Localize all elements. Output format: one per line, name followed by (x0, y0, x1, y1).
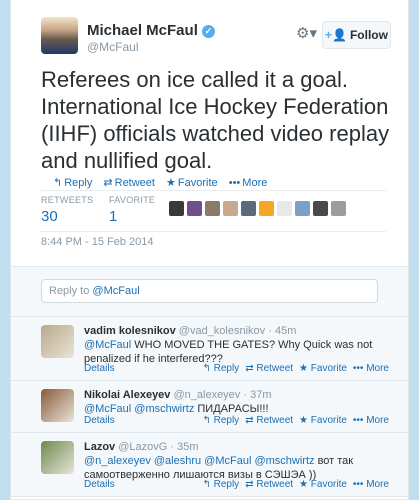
reply-text: @n_alexeyev @aleshru @McFaul @mschwirtz … (84, 455, 354, 481)
reply-actions: ↰ Reply ⇄ Retweet ★ Favorite ••• More (196, 479, 389, 490)
reply-details-link[interactable]: Details (84, 415, 115, 426)
tweet-card: Michael McFaul ✓ @McFaul ⚙▾ +👤 Follow Refe… (10, 0, 409, 500)
reply-area: Reply to @McFaul (11, 267, 408, 317)
favorite-button[interactable]: ★ Favorite (299, 363, 347, 374)
favorite-button[interactable]: ★ Favorite (299, 415, 347, 426)
reply-icon: ↰ (53, 177, 63, 189)
main-tweet: Michael McFaul ✓ @McFaul ⚙▾ +👤 Follow Refe… (11, 0, 408, 267)
tweet-actions: ↰ Reply ⇄ Retweet ★ Favorite ••• More (53, 176, 275, 189)
favorites-stat[interactable]: FAVORITE 1 (109, 195, 155, 225)
add-user-icon: +👤 (325, 28, 347, 42)
reply-time[interactable]: 37m (250, 389, 271, 401)
retweets-stat[interactable]: RETWEETS 30 (41, 195, 93, 225)
favoriter-avatar[interactable] (241, 201, 256, 216)
reply-handle[interactable]: @vad_kolesnikov (179, 325, 265, 337)
favoriter-avatar[interactable] (331, 201, 346, 216)
reply-author-name[interactable]: vadim kolesnikov (84, 325, 176, 337)
author-name[interactable]: Michael McFaul ✓ (87, 22, 215, 39)
author-handle[interactable]: @McFaul (87, 40, 139, 54)
reply-details-link[interactable]: Details (84, 363, 115, 374)
reply-button[interactable]: ↰ Reply (202, 415, 239, 426)
reply-header: Nikolai Alexeyev @n_alexeyev · 37m (84, 389, 272, 401)
favoriter-avatar[interactable] (313, 201, 328, 216)
favoriter-avatars (169, 201, 346, 216)
reply-avatar[interactable] (41, 389, 74, 422)
reply-input[interactable]: Reply to @McFaul (41, 279, 378, 303)
reply-actions: ↰ Reply ⇄ Retweet ★ Favorite ••• More (196, 363, 389, 374)
reply-mentions[interactable]: @n_alexeyev @aleshru @McFaul @mschwirtz (84, 455, 315, 467)
reply-details-link[interactable]: Details (84, 479, 115, 490)
favoriter-avatar[interactable] (259, 201, 274, 216)
favoriter-avatar[interactable] (205, 201, 220, 216)
reply-time[interactable]: 35m (177, 441, 198, 453)
reply-handle[interactable]: @LazovG (118, 441, 167, 453)
gear-icon[interactable]: ⚙▾ (296, 24, 317, 42)
reply-list: vadim kolesnikov @vad_kolesnikov · 45m @M… (11, 317, 408, 497)
reply-mentions[interactable]: @McFaul (84, 339, 131, 351)
reply-item[interactable]: vadim kolesnikov @vad_kolesnikov · 45m @M… (11, 317, 408, 381)
tweet-timestamp[interactable]: 8:44 PM - 15 Feb 2014 (41, 236, 154, 248)
reply-text: @McFaul @mschwirtz ПИДАРАСЫ!!! (84, 403, 269, 415)
star-icon: ★ (166, 177, 176, 189)
more-button[interactable]: ••• More (229, 177, 268, 189)
reply-handle[interactable]: @n_alexeyev (173, 389, 240, 401)
reply-text: @McFaul WHO MOVED THE GATES? Why Quick w… (84, 339, 373, 365)
reply-item[interactable]: Nikolai Alexeyev @n_alexeyev · 37m @McFau… (11, 381, 408, 433)
more-button[interactable]: ••• More (353, 415, 389, 426)
reply-item[interactable]: Lazov @LazovG · 35m @n_alexeyev @aleshru … (11, 433, 408, 497)
favoriter-avatar[interactable] (277, 201, 292, 216)
reply-avatar[interactable] (41, 325, 74, 358)
reply-actions: ↰ Reply ⇄ Retweet ★ Favorite ••• More (196, 415, 389, 426)
favorite-button[interactable]: ★ Favorite (166, 177, 218, 189)
reply-button[interactable]: ↰ Reply (53, 177, 92, 189)
retweet-button[interactable]: ⇄ Retweet (245, 415, 293, 426)
reply-time[interactable]: 45m (275, 325, 296, 337)
tweet-text: Referees on ice called it a goal. Intern… (41, 67, 390, 173)
reply-author-name[interactable]: Lazov (84, 441, 115, 453)
retweet-button[interactable]: ⇄ Retweet (103, 177, 155, 189)
favoriter-avatar[interactable] (223, 201, 238, 216)
retweet-button[interactable]: ⇄ Retweet (245, 363, 293, 374)
follow-button[interactable]: +👤 Follow (322, 21, 391, 49)
tweet-stats: RETWEETS 30 FAVORITE 1 (41, 190, 386, 232)
favoriter-avatar[interactable] (187, 201, 202, 216)
retweet-button[interactable]: ⇄ Retweet (245, 479, 293, 490)
reply-header: vadim kolesnikov @vad_kolesnikov · 45m (84, 325, 297, 337)
reply-button[interactable]: ↰ Reply (202, 479, 239, 490)
favoriter-avatar[interactable] (295, 201, 310, 216)
more-button[interactable]: ••• More (353, 363, 389, 374)
verified-icon: ✓ (201, 25, 215, 38)
more-icon: ••• (228, 177, 241, 189)
reply-button[interactable]: ↰ Reply (202, 363, 239, 374)
favoriter-avatar[interactable] (169, 201, 184, 216)
author-avatar[interactable] (41, 17, 78, 54)
reply-mentions[interactable]: @McFaul @mschwirtz (84, 403, 194, 415)
reply-author-name[interactable]: Nikolai Alexeyev (84, 389, 170, 401)
reply-header: Lazov @LazovG · 35m (84, 441, 199, 453)
more-button[interactable]: ••• More (353, 479, 389, 490)
favorite-button[interactable]: ★ Favorite (299, 479, 347, 490)
reply-avatar[interactable] (41, 441, 74, 474)
retweet-icon: ⇄ (103, 177, 113, 189)
